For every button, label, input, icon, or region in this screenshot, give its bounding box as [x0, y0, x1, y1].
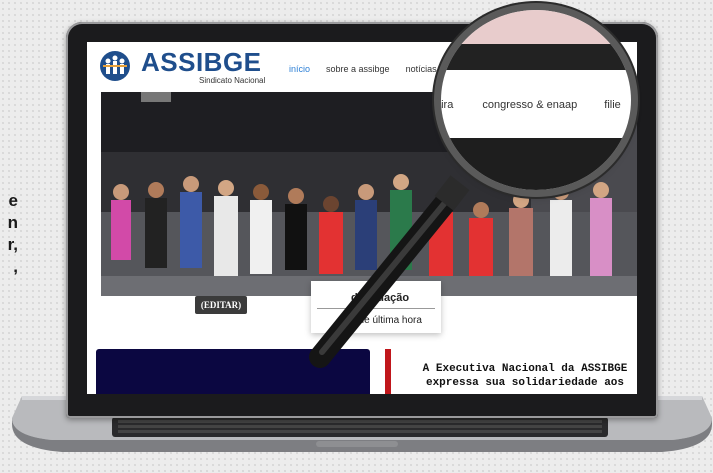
magnifier-lens: eira congresso & enaap filie	[441, 10, 631, 190]
keyboard	[112, 417, 608, 437]
side-text-line: n	[7, 213, 18, 232]
lens-nav-item[interactable]: filie	[604, 99, 621, 111]
site-brand[interactable]: ASSIBGE	[141, 48, 262, 76]
main-nav: início sobre a assibge notícias n	[289, 64, 458, 74]
nav-item-sobre[interactable]: sobre a assibge	[326, 64, 390, 74]
nav-item-inicio[interactable]: início	[289, 64, 310, 74]
assibge-logo-icon[interactable]	[97, 50, 133, 82]
lens-nav-item[interactable]: congresso & enaap	[482, 99, 577, 111]
side-text-line: e	[8, 191, 18, 210]
touchpad	[316, 441, 398, 447]
lens-photo-band	[441, 138, 631, 190]
lens-dark-band	[441, 44, 631, 70]
lens-nav-item[interactable]: eira	[441, 99, 453, 111]
side-text-line: r,	[7, 235, 18, 254]
lens-zoomed-nav: eira congresso & enaap filie	[441, 98, 631, 112]
nav-item-noticias[interactable]: notícias	[406, 64, 437, 74]
lens-header-band	[441, 10, 631, 44]
magnifier-handle	[309, 175, 470, 368]
site-brand-subtitle: Sindicato Nacional	[199, 76, 266, 85]
cropped-side-text: e n r, ,	[0, 190, 18, 278]
side-text-line: ,	[13, 257, 18, 276]
edit-button[interactable]: (EDITAR)	[195, 296, 247, 314]
